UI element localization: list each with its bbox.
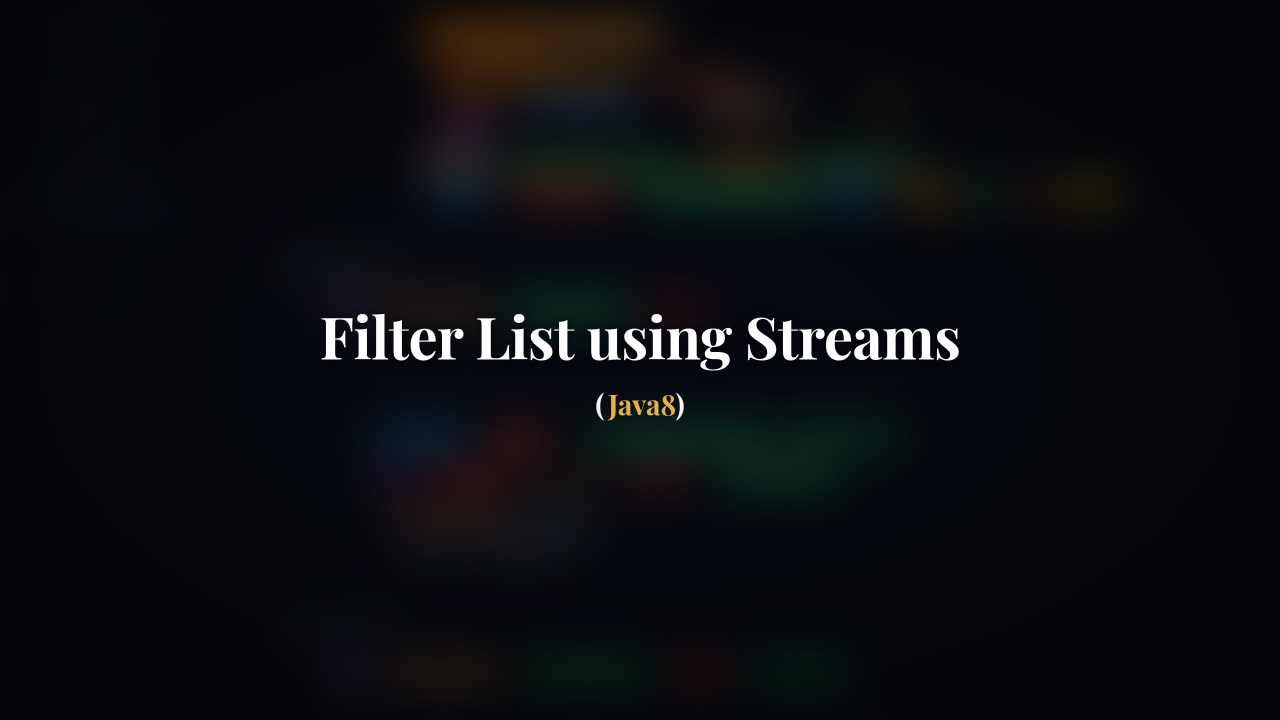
- hero-text: Filter List using Streams (Java8): [320, 297, 961, 424]
- subtitle-inner: Java8: [608, 387, 675, 424]
- main-title: Filter List using Streams: [320, 297, 961, 375]
- close-paren: ): [676, 387, 685, 424]
- subtitle: (Java8): [320, 387, 961, 424]
- open-paren: (: [595, 387, 608, 424]
